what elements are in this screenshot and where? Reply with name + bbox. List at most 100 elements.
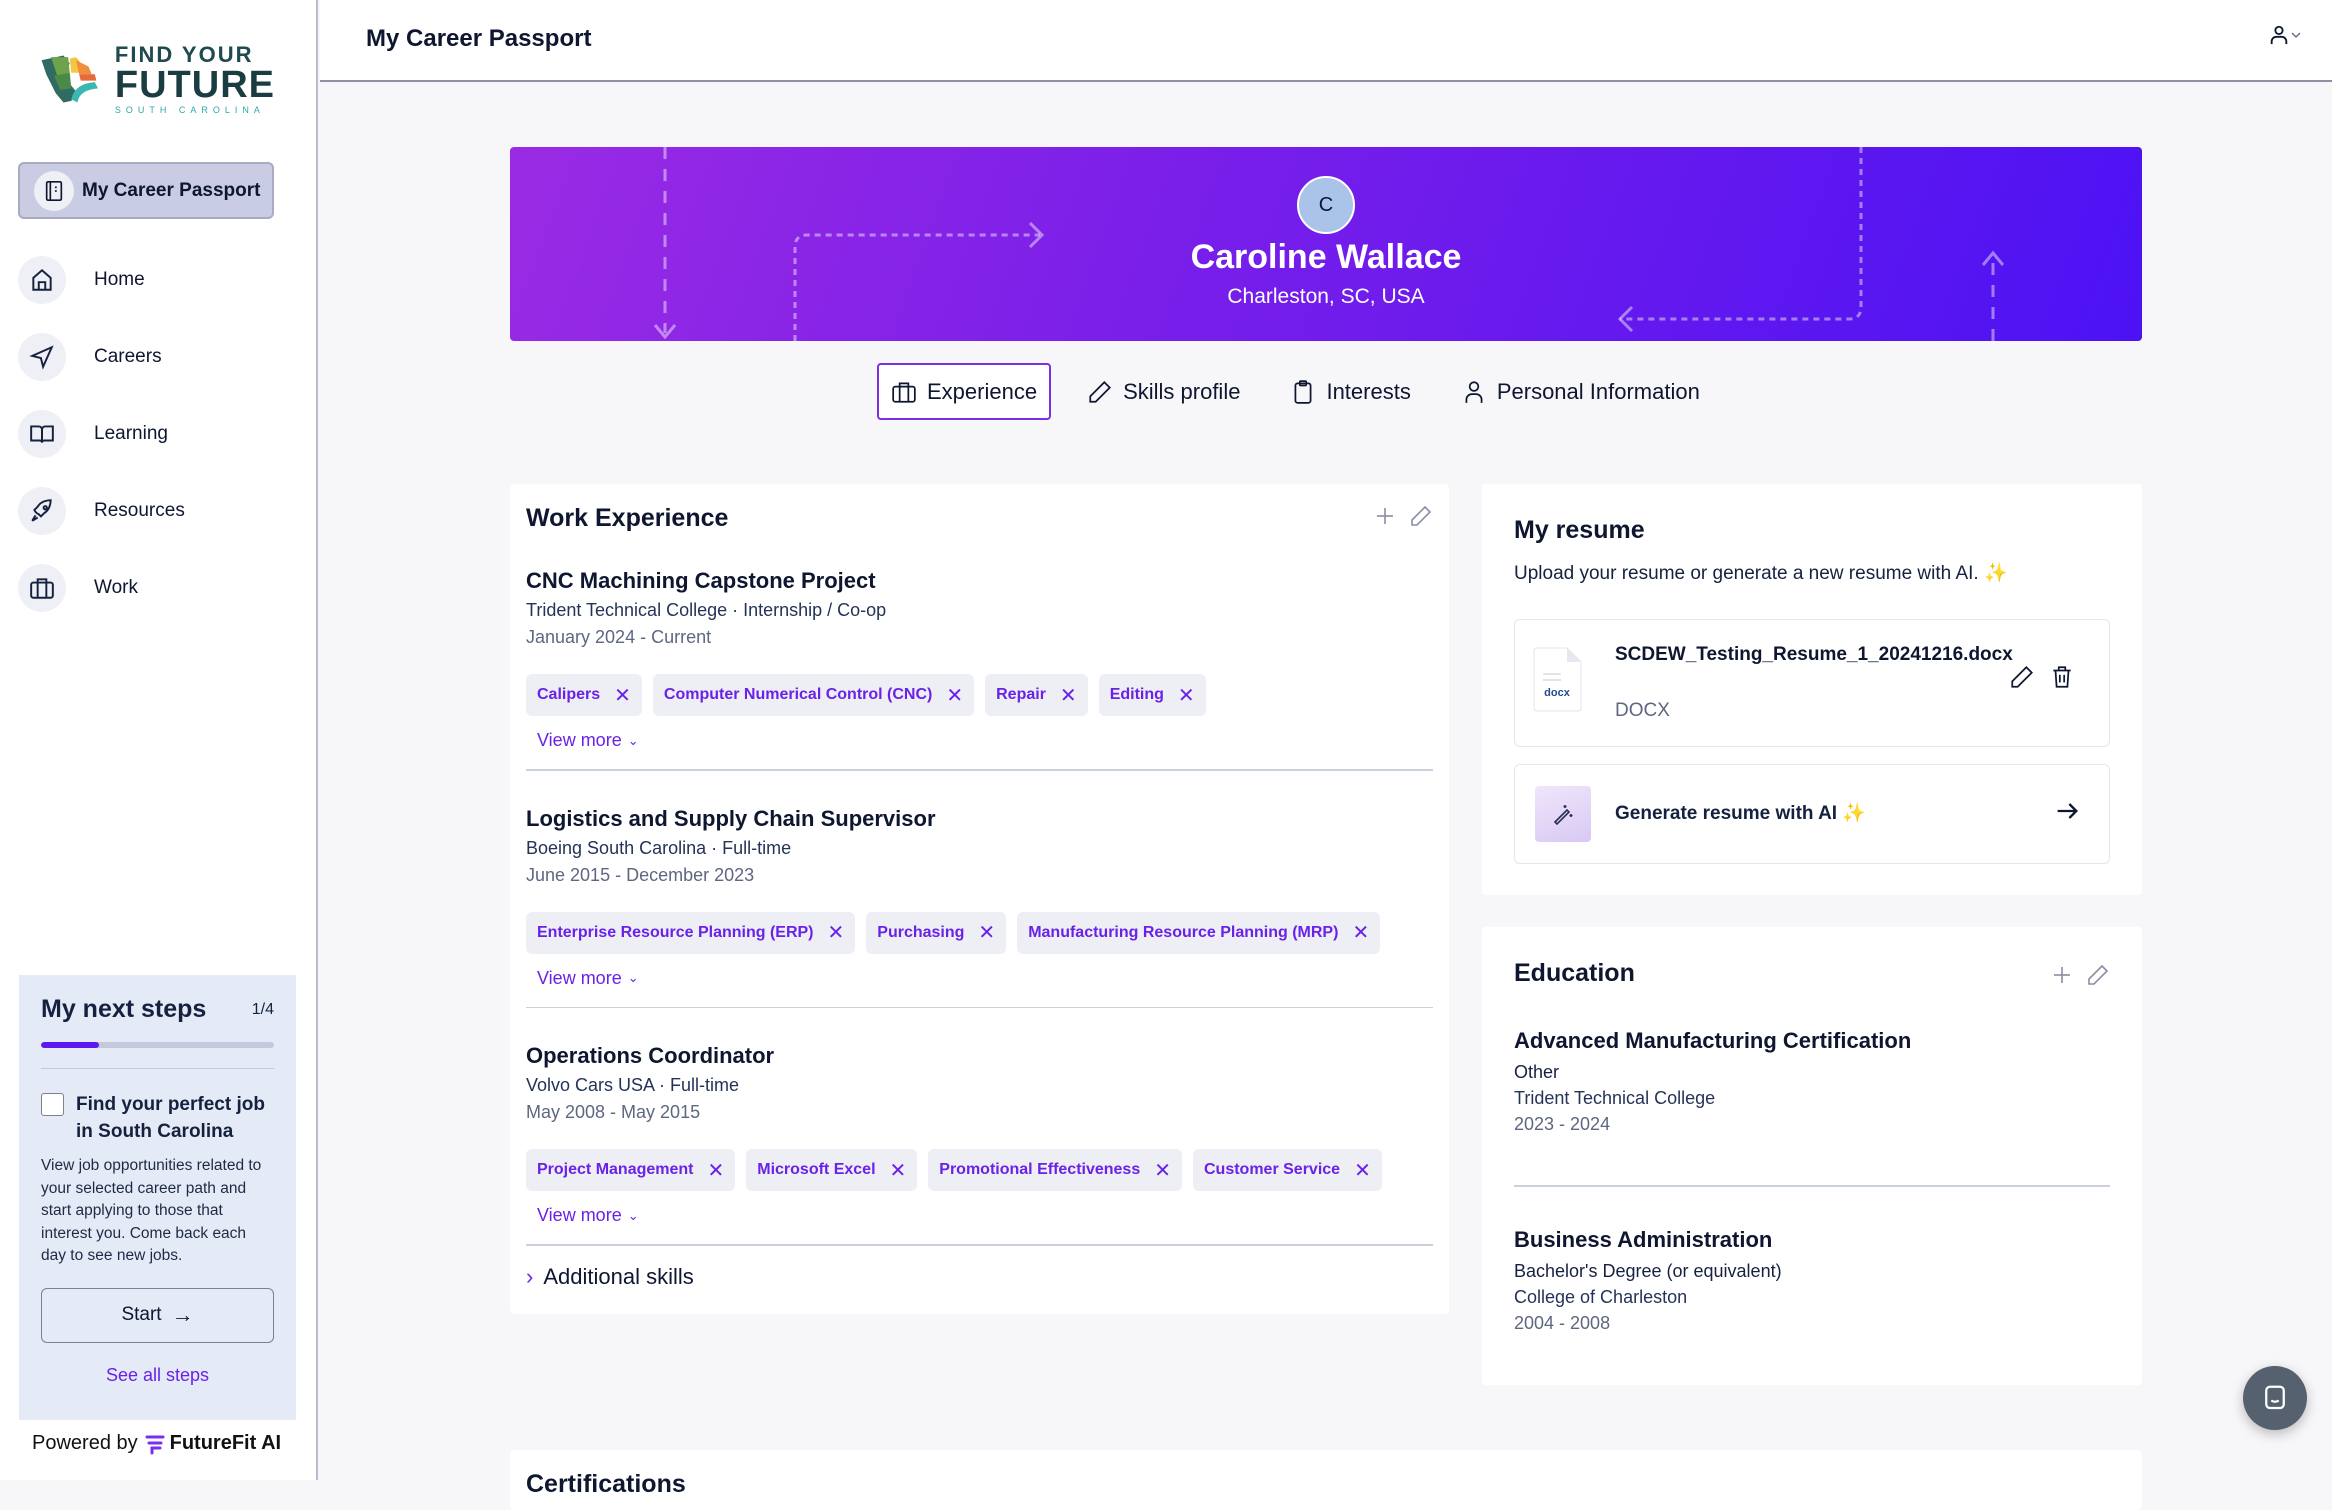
futurefit-icon [145,1435,165,1454]
work-experience-title: Work Experience [526,504,729,532]
additional-skills-label: Additional skills [543,1263,694,1289]
chevron-down-icon [2291,32,2301,39]
sidebar: FIND YOUR FUTURE SOUTH CAROLINA My Caree… [0,0,318,1480]
futurefit-brand: FutureFit AI [169,1432,282,1454]
skill-chip-label: Manufacturing Resource Planning (MRP) [1028,923,1339,941]
remove-skill-icon[interactable]: ✕ [890,1158,907,1183]
next-steps-count: 1/4 [251,1000,274,1018]
user-menu-button[interactable] [2268,24,2302,46]
edit-icon[interactable] [2009,664,2035,690]
add-icon[interactable] [1373,504,1397,528]
edit-icon[interactable] [1409,504,1433,528]
view-more-link[interactable]: View more ⌄ [537,968,639,989]
tab-interests[interactable]: Interests [1276,363,1424,420]
passport-icon [34,170,74,211]
rocket-icon [18,487,66,535]
briefcase-icon [18,564,66,612]
skill-chips: Project Management ✕ Microsoft Excel ✕ Promo… [526,1149,1433,1191]
job-entry: CNC Machining Capstone Project Trident Te… [526,533,1433,771]
chevron-down-icon: ⌄ [627,732,639,748]
step-description: View job opportunities related to your s… [41,1157,262,1264]
job-employer: Trident Technical College · Internship /… [526,600,887,620]
tab-skills-profile[interactable]: Skills profile [1073,363,1254,420]
skill-chip-label: Enterprise Resource Planning (ERP) [537,923,814,941]
resume-title: My resume [1514,516,1645,544]
see-all-steps-link[interactable]: See all steps [41,1365,274,1386]
step-title: Find your perfect job in South Carolina [76,1094,265,1142]
sidebar-item-label: Home [94,269,145,290]
sidebar-item-my-career-passport[interactable]: My Career Passport [18,162,274,219]
remove-skill-icon[interactable]: ✕ [614,683,631,708]
divider [1514,1185,2110,1187]
sidebar-item-home[interactable]: Home [18,256,185,304]
job-dates: January 2024 - Current [526,627,712,647]
remove-skill-icon[interactable]: ✕ [1060,683,1077,708]
page-title: My Career Passport [366,25,592,52]
skill-chip: Repair ✕ [985,674,1088,716]
start-button[interactable]: Start → [41,1287,274,1343]
sidebar-item-label: Learning [94,423,168,444]
education-item-type: Other [1514,1062,1560,1082]
education-item-title: Business Administration [1514,1226,1773,1252]
additional-skills-toggle[interactable]: › Additional skills [526,1264,1433,1290]
powered-by-label: Powered by [32,1432,138,1454]
chat-button[interactable] [2243,1366,2307,1430]
skill-chip: Manufacturing Resource Planning (MRP) ✕ [1017,911,1381,954]
trash-icon[interactable] [2049,664,2075,690]
remove-skill-icon[interactable]: ✕ [1354,1158,1371,1183]
skill-chip-label: Purchasing [877,923,965,941]
remove-skill-icon[interactable]: ✕ [1352,920,1369,945]
futurefit-logo[interactable]: FutureFit AI [144,1432,281,1455]
view-more-label: View more [537,1205,622,1225]
step-checkbox[interactable] [41,1093,64,1116]
tab-personal-information[interactable]: Personal Information [1447,363,1714,420]
view-more-link[interactable]: View more ⌄ [537,1205,639,1226]
tab-experience[interactable]: Experience [877,363,1052,420]
sidebar-item-resources[interactable]: Resources [18,487,185,535]
certifications-card: Certifications [510,1450,2142,1510]
remove-skill-icon[interactable]: ✕ [1178,683,1195,708]
skill-chip: Enterprise Resource Planning (ERP) ✕ [526,911,856,954]
powered-by: Powered by FutureFit AI [32,1432,281,1455]
remove-skill-icon[interactable]: ✕ [1154,1158,1171,1183]
resume-file[interactable]: docx SCDEW_Testing_Resume_1_20241216.doc… [1514,619,2110,747]
view-more-label: View more [537,967,622,988]
user-icon [2270,25,2288,45]
remove-skill-icon[interactable]: ✕ [946,683,963,708]
find-your-future-logo[interactable]: FIND YOUR FUTURE SOUTH CAROLINA [40,43,275,114]
skill-chip-label: Project Management [537,1161,694,1178]
tab-label: Personal Information [1496,378,1700,404]
avatar[interactable]: C [1297,176,1355,234]
svg-text:docx: docx [1544,687,1571,699]
job-title: Operations Coordinator [526,1043,775,1068]
skill-chip: Purchasing ✕ [866,911,1007,954]
edit-icon[interactable] [2086,963,2110,987]
job-title: Logistics and Supply Chain Supervisor [526,805,936,831]
sidebar-item-careers[interactable]: Careers [18,333,185,381]
tab-label: Interests [1326,378,1411,404]
remove-skill-icon[interactable]: ✕ [707,1158,724,1183]
education-item-years: 2023 - 2024 [1514,1114,1611,1134]
chevron-down-icon: ⌄ [627,1207,639,1223]
logo-line-2: FUTURE [114,63,275,106]
clipboard-icon [1295,379,1312,404]
skill-chips: Calipers ✕ Computer Numerical Control (CNC… [526,674,1433,716]
job-employer: Volvo Cars USA · Full-time [526,1075,740,1095]
generate-resume-button[interactable]: Generate resume with AI ✨ [1514,764,2110,864]
sidebar-item-work[interactable]: Work [18,564,185,612]
profile-banner: C Caroline Wallace Charleston, SC, USA [510,147,2142,341]
add-icon[interactable] [2050,963,2074,987]
pencil-icon [1089,380,1112,403]
remove-skill-icon[interactable]: ✕ [978,920,995,945]
view-more-link[interactable]: View more ⌄ [537,730,639,751]
remove-skill-icon[interactable]: ✕ [828,920,845,945]
skill-chip: Microsoft Excel ✕ [746,1149,918,1191]
skill-chips: Enterprise Resource Planning (ERP) ✕ Purch… [526,911,1433,954]
tab-label: Skills profile [1123,378,1241,404]
skill-chip: Customer Service ✕ [1193,1149,1382,1191]
job-employer: Boeing South Carolina · Full-time [526,837,792,858]
skill-chip: Project Management ✕ [526,1149,736,1191]
briefcase-icon [892,381,916,403]
user-icon [1465,380,1483,403]
sidebar-item-learning[interactable]: Learning [18,410,185,458]
